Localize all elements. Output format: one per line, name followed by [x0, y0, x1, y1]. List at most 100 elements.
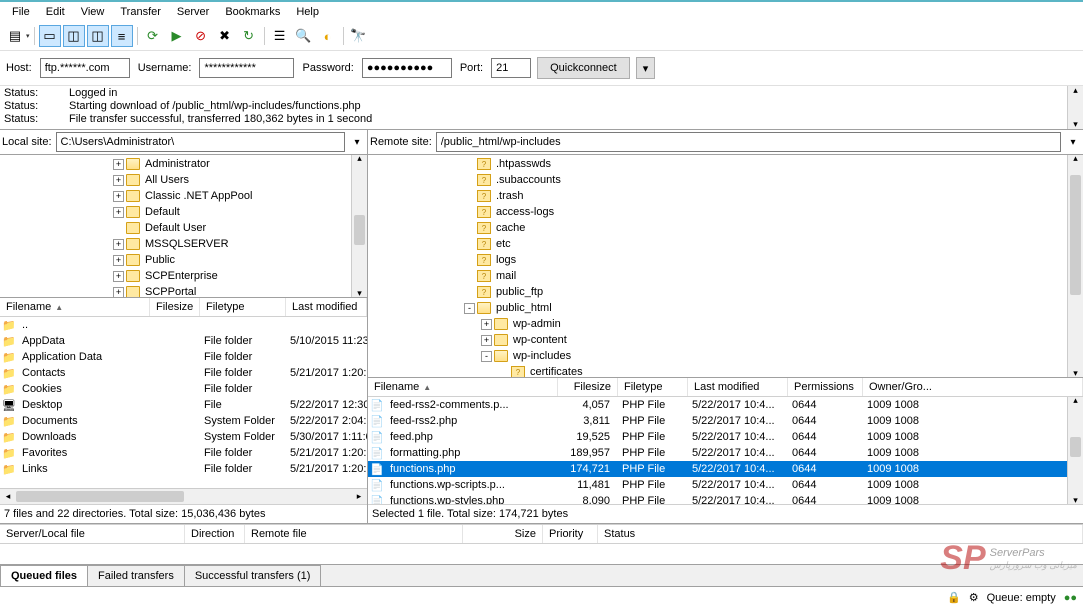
refresh-icon[interactable]: ⟳	[142, 25, 164, 47]
file-row[interactable]: 📄 functions.wp-scripts.p... 11,481 PHP F…	[368, 477, 1083, 493]
process-queue-icon[interactable]: ▶	[166, 25, 188, 47]
toggle-localtree-icon[interactable]: ◫	[63, 25, 85, 47]
compare-icon[interactable]: ◐	[317, 25, 339, 47]
expand-icon[interactable]: +	[113, 175, 124, 186]
col-filetype[interactable]: Filetype	[200, 298, 286, 316]
tree-item[interactable]: +Classic .NET AppPool	[2, 188, 365, 204]
file-row[interactable]: 📁 ..	[0, 317, 367, 333]
toggle-log-icon[interactable]: ▭	[39, 25, 61, 47]
local-tree-scrollbar[interactable]: ▴▾	[351, 155, 367, 297]
menu-edit[interactable]: Edit	[38, 4, 73, 20]
sitemanager-dropdown[interactable]: ▾	[26, 32, 30, 40]
tree-item[interactable]: ?access-logs	[370, 204, 1081, 220]
col-server-file[interactable]: Server/Local file	[0, 525, 185, 543]
col-modified[interactable]: Last modified	[688, 378, 788, 396]
tree-item[interactable]: -wp-includes	[370, 348, 1081, 364]
tree-item[interactable]: ?etc	[370, 236, 1081, 252]
col-filename[interactable]: Filename	[368, 378, 558, 396]
file-row[interactable]: 📁 AppData File folder 5/10/2015 11:23:3	[0, 333, 367, 349]
tree-item[interactable]: +MSSQLSERVER	[2, 236, 365, 252]
disconnect-icon[interactable]: ✖	[214, 25, 236, 47]
col-status[interactable]: Status	[598, 525, 1083, 543]
gear-icon[interactable]: ⚙	[969, 591, 979, 604]
tree-item[interactable]: ?certificates	[370, 364, 1081, 378]
col-filesize[interactable]: Filesize	[558, 378, 618, 396]
tree-item[interactable]: +Administrator	[2, 156, 365, 172]
tree-item[interactable]: ?mail	[370, 268, 1081, 284]
expand-icon[interactable]: +	[113, 159, 124, 170]
tree-item[interactable]: +SCPPortal	[2, 284, 365, 298]
quickconnect-dropdown[interactable]: ▾	[636, 57, 656, 79]
sitemanager-icon[interactable]: ▤	[4, 25, 26, 47]
expand-icon[interactable]: +	[113, 287, 124, 298]
col-modified[interactable]: Last modified	[286, 298, 367, 316]
tree-item[interactable]: ?logs	[370, 252, 1081, 268]
port-input[interactable]	[491, 58, 531, 78]
log-scrollbar[interactable]: ▴▾	[1067, 86, 1083, 129]
menu-file[interactable]: File	[4, 4, 38, 20]
file-row[interactable]: 📁 Contacts File folder 5/21/2017 1:20:27	[0, 365, 367, 381]
tab-successful[interactable]: Successful transfers (1)	[184, 565, 322, 586]
tree-item[interactable]: +Default	[2, 204, 365, 220]
collapse-icon[interactable]: -	[464, 303, 475, 314]
expand-icon[interactable]: +	[481, 335, 492, 346]
tree-item[interactable]: +Public	[2, 252, 365, 268]
file-row[interactable]: 📄 feed-rss2.php 3,811 PHP File 5/22/2017…	[368, 413, 1083, 429]
cancel-icon[interactable]: ⊘	[190, 25, 212, 47]
username-input[interactable]	[199, 58, 294, 78]
filter-icon[interactable]: ☰	[269, 25, 291, 47]
toggle-queue-icon[interactable]: ≡	[111, 25, 133, 47]
expand-icon[interactable]: +	[113, 271, 124, 282]
tab-queued[interactable]: Queued files	[0, 565, 88, 586]
binoculars-icon[interactable]: 🔭	[348, 25, 370, 47]
file-row[interactable]: 📄 functions.wp-styles.php 8,090 PHP File…	[368, 493, 1083, 504]
col-filesize[interactable]: Filesize	[150, 298, 200, 316]
local-path-input[interactable]	[56, 132, 345, 152]
col-priority[interactable]: Priority	[543, 525, 598, 543]
search-icon[interactable]: 🔍	[293, 25, 315, 47]
expand-icon[interactable]: +	[113, 255, 124, 266]
password-input[interactable]	[362, 58, 452, 78]
menu-help[interactable]: Help	[288, 4, 327, 20]
dropdown-icon[interactable]: ▾	[349, 137, 365, 148]
col-filename[interactable]: Filename	[0, 298, 150, 316]
tree-item[interactable]: +SCPEnterprise	[2, 268, 365, 284]
menu-transfer[interactable]: Transfer	[112, 4, 169, 20]
tree-item[interactable]: ?cache	[370, 220, 1081, 236]
file-row[interactable]: 📁 Downloads System Folder 5/30/2017 1:11…	[0, 429, 367, 445]
menu-bookmarks[interactable]: Bookmarks	[217, 4, 288, 20]
menu-server[interactable]: Server	[169, 4, 217, 20]
file-row[interactable]: 📁 Documents System Folder 5/22/2017 2:04…	[0, 413, 367, 429]
expand-icon[interactable]: +	[113, 191, 124, 202]
file-row[interactable]: 📁 Links File folder 5/21/2017 1:20:28	[0, 461, 367, 477]
file-row[interactable]: 📄 formatting.php 189,957 PHP File 5/22/2…	[368, 445, 1083, 461]
expand-icon[interactable]: +	[113, 207, 124, 218]
tree-item[interactable]: +wp-content	[370, 332, 1081, 348]
file-row[interactable]: 📄 feed.php 19,525 PHP File 5/22/2017 10:…	[368, 429, 1083, 445]
tree-item[interactable]: ?.subaccounts	[370, 172, 1081, 188]
file-row[interactable]: 📁 Application Data File folder	[0, 349, 367, 365]
reconnect-icon[interactable]: ↻	[238, 25, 260, 47]
menu-view[interactable]: View	[73, 4, 113, 20]
file-row[interactable]: 📄 feed-rss2-comments.p... 4,057 PHP File…	[368, 397, 1083, 413]
tree-item[interactable]: -public_html	[370, 300, 1081, 316]
file-row[interactable]: 📁 Favorites File folder 5/21/2017 1:20:2…	[0, 445, 367, 461]
remote-path-input[interactable]	[436, 132, 1061, 152]
col-owner[interactable]: Owner/Gro...	[863, 378, 1083, 396]
col-remote-file[interactable]: Remote file	[245, 525, 463, 543]
quickconnect-button[interactable]: Quickconnect	[537, 57, 630, 79]
expand-icon[interactable]: +	[113, 239, 124, 250]
toggle-remotetree-icon[interactable]: ◫	[87, 25, 109, 47]
tree-item[interactable]: ?.trash	[370, 188, 1081, 204]
local-hscroll[interactable]: ◂▸	[0, 488, 367, 504]
tree-item[interactable]: +All Users	[2, 172, 365, 188]
expand-icon[interactable]: +	[481, 319, 492, 330]
col-permissions[interactable]: Permissions	[788, 378, 863, 396]
collapse-icon[interactable]: -	[481, 351, 492, 362]
file-row[interactable]: 🖥 Desktop File 5/22/2017 12:30:0	[0, 397, 367, 413]
file-row[interactable]: 📁 Cookies File folder	[0, 381, 367, 397]
tab-failed[interactable]: Failed transfers	[87, 565, 185, 586]
tree-item[interactable]: Default User	[2, 220, 365, 236]
tree-item[interactable]: ?.htpasswds	[370, 156, 1081, 172]
col-direction[interactable]: Direction	[185, 525, 245, 543]
